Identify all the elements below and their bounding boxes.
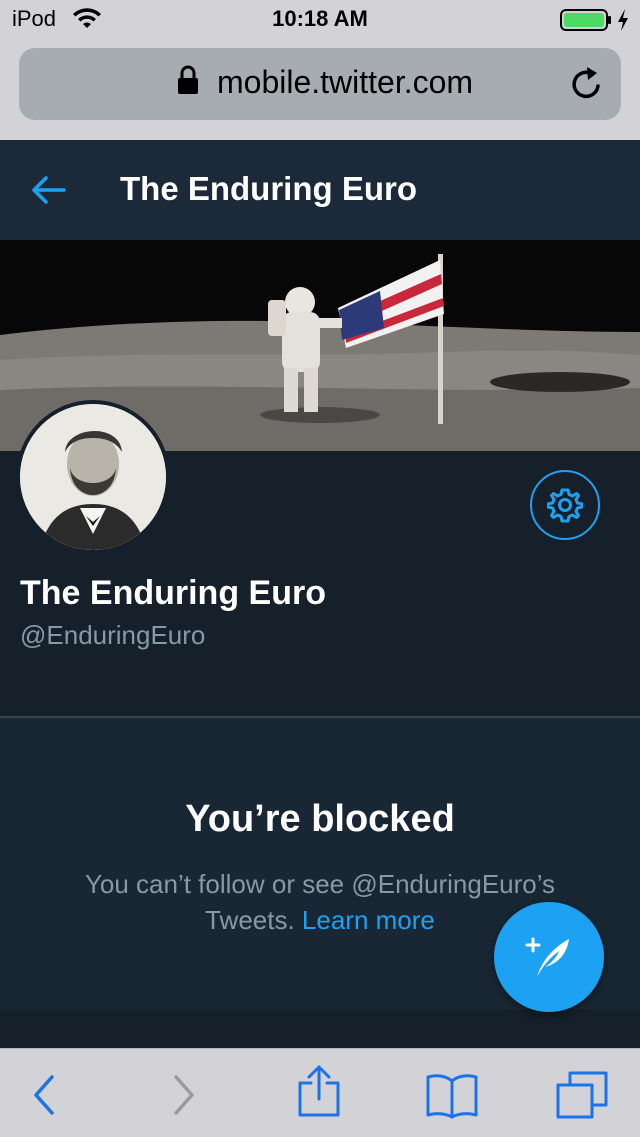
blocked-title: You’re blocked xyxy=(185,798,455,840)
learn-more-link[interactable]: Learn more xyxy=(302,905,435,935)
settings-button[interactable] xyxy=(530,470,600,540)
browser-chrome: iPod 10:18 AM mobile.twitter.com xyxy=(0,0,640,140)
url-text: mobile.twitter.com xyxy=(217,64,474,100)
page-footer-area xyxy=(0,1010,640,1048)
profile-handle: @EnduringEuro xyxy=(20,620,206,650)
battery-icon xyxy=(560,9,611,31)
gear-icon xyxy=(547,488,583,523)
safari-toolbar xyxy=(0,1048,640,1137)
compose-icon xyxy=(525,937,569,977)
reload-icon[interactable] xyxy=(570,66,604,102)
book-icon[interactable] xyxy=(425,1071,479,1119)
charging-icon xyxy=(618,9,628,31)
tabs-icon[interactable] xyxy=(556,1071,608,1119)
clock: 10:18 AM xyxy=(272,6,368,31)
status-bar: iPod 10:18 AM xyxy=(0,0,640,40)
browser-forward-icon[interactable] xyxy=(170,1071,198,1119)
profile-header-bar: The Enduring Euro xyxy=(0,140,640,240)
browser-back-icon[interactable] xyxy=(30,1071,58,1119)
address-bar[interactable]: mobile.twitter.com xyxy=(19,48,621,120)
profile-portrait-image xyxy=(20,404,166,550)
share-icon[interactable] xyxy=(296,1065,342,1117)
lock-icon xyxy=(178,65,198,94)
profile-name: The Enduring Euro xyxy=(20,574,326,612)
compose-tweet-button[interactable] xyxy=(494,902,604,1012)
avatar[interactable] xyxy=(16,400,170,554)
back-arrow-icon[interactable] xyxy=(30,175,66,205)
header-title: The Enduring Euro xyxy=(120,170,417,207)
